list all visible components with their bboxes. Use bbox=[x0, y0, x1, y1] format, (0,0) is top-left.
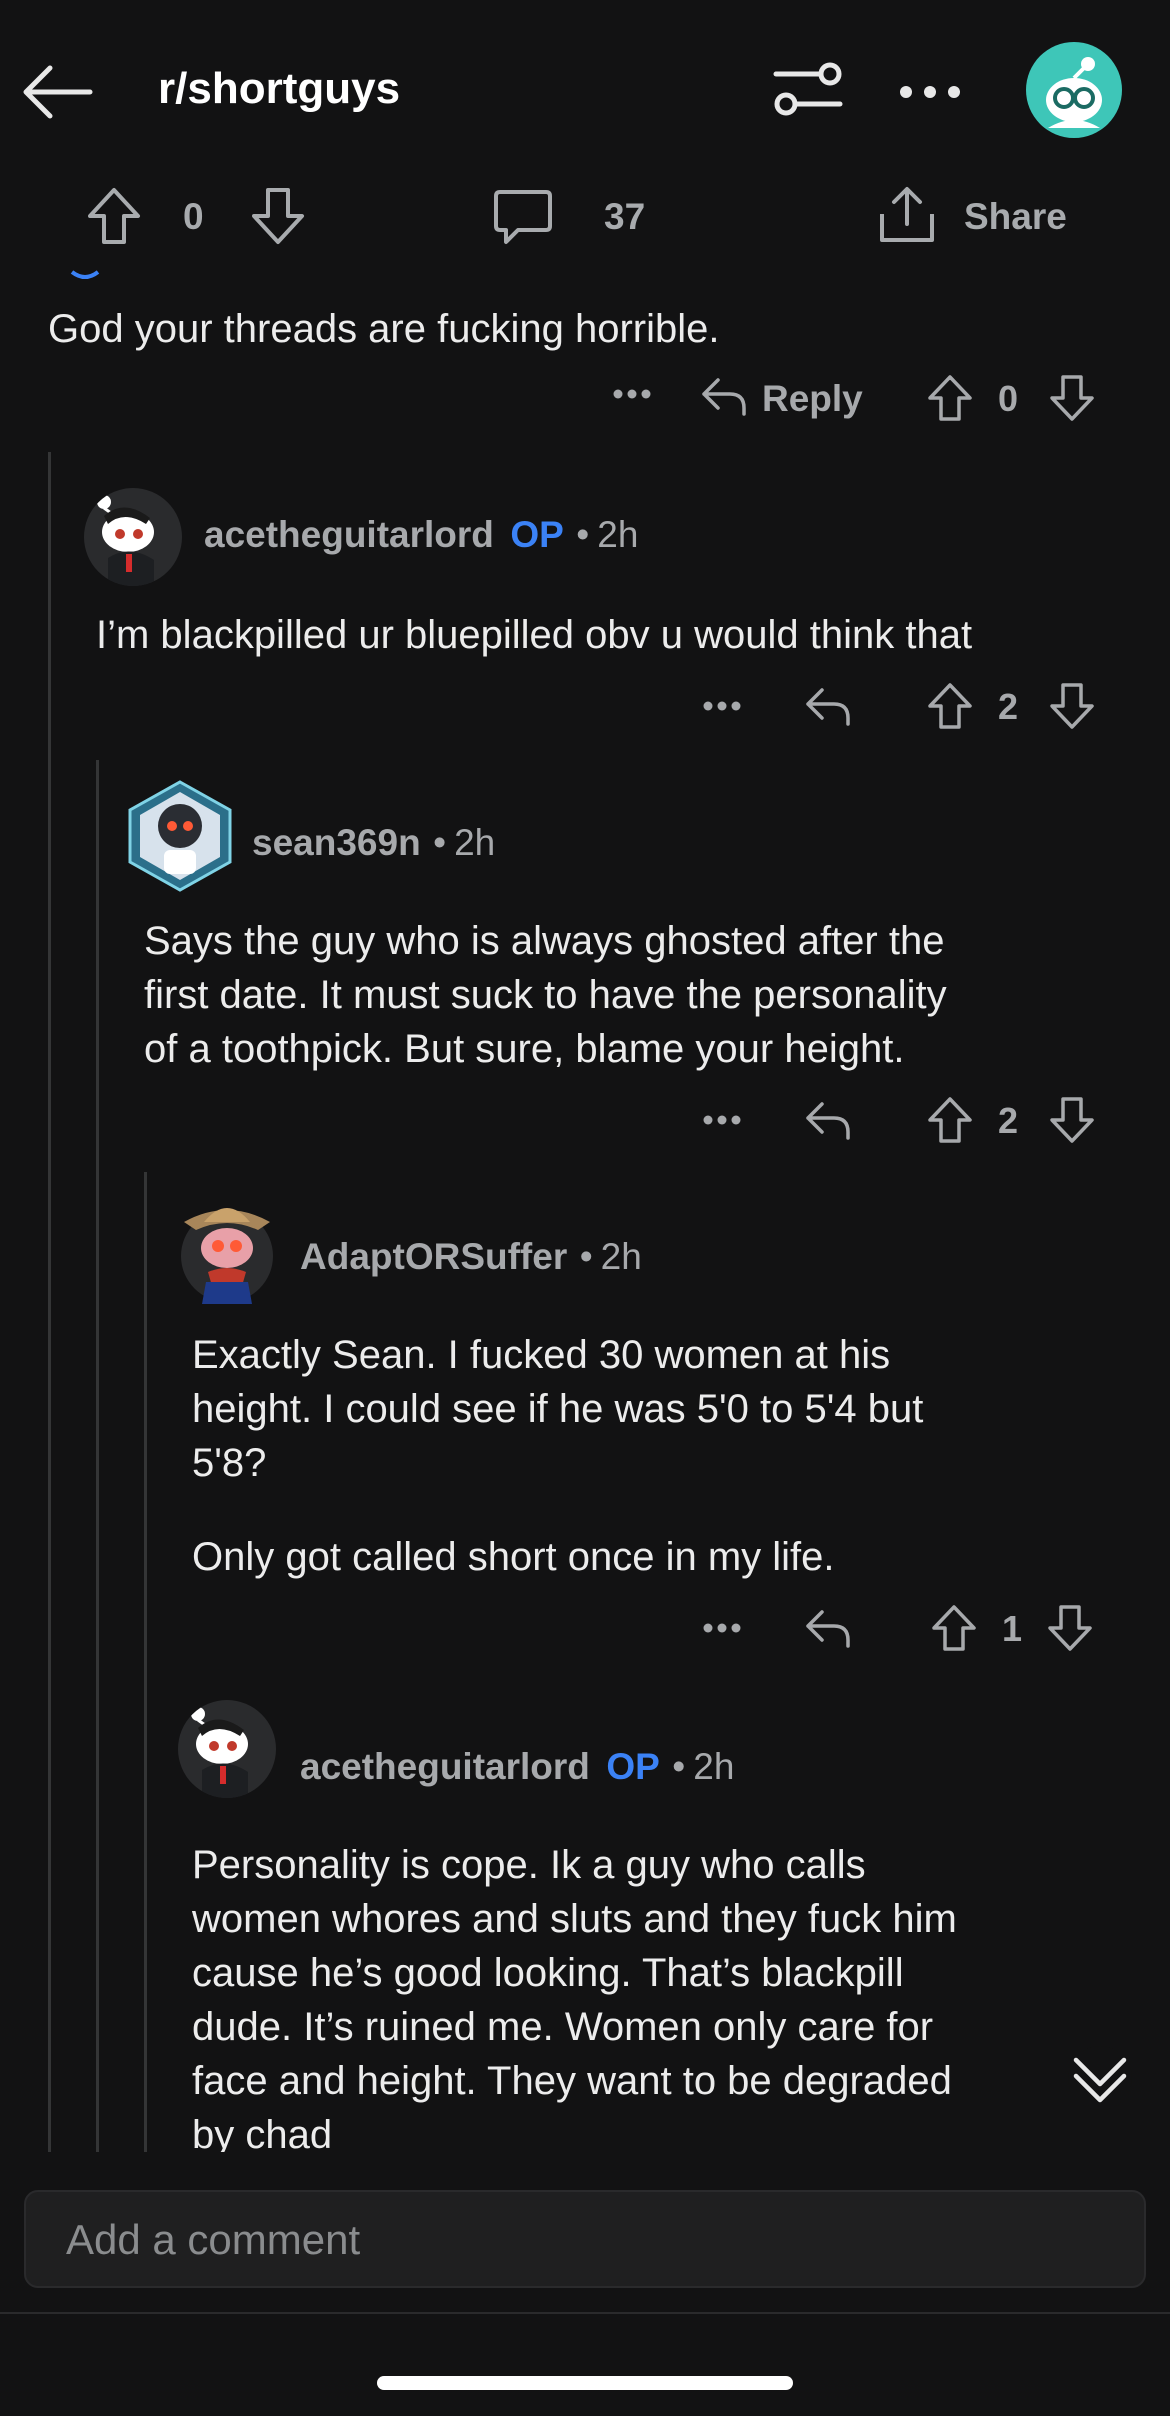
reply-icon[interactable] bbox=[804, 684, 852, 728]
add-comment-placeholder: Add a comment bbox=[66, 2216, 361, 2263]
comment-body-line: cause he’s good looking. That’s blackpil… bbox=[192, 1951, 904, 1995]
comment-body: Personality is cope. Ik a guy who calls … bbox=[192, 1838, 1092, 2152]
comment-body: I’m blackpilled ur bluepilled obv u woul… bbox=[96, 613, 973, 657]
username[interactable]: acetheguitarlord bbox=[204, 514, 494, 555]
comment-body-line: women whores and sluts and they fuck him bbox=[192, 1897, 957, 1941]
share-button[interactable]: Share bbox=[964, 196, 1067, 238]
username[interactable]: sean369n bbox=[252, 822, 421, 863]
avatar[interactable] bbox=[178, 1194, 276, 1304]
comment-body-line: first date. It must suck to have the per… bbox=[144, 973, 947, 1017]
reply-icon[interactable] bbox=[700, 374, 748, 418]
more-options-icon[interactable] bbox=[702, 1622, 742, 1634]
avatar[interactable] bbox=[84, 488, 182, 586]
separator-dot: • bbox=[433, 822, 447, 863]
downvote-icon[interactable] bbox=[1046, 1604, 1094, 1652]
thread-line-level-3[interactable] bbox=[144, 1172, 147, 2152]
separator-dot: • bbox=[579, 1236, 593, 1277]
comments-icon[interactable] bbox=[492, 186, 554, 248]
more-options-icon[interactable] bbox=[702, 1114, 742, 1126]
divider bbox=[0, 2312, 1170, 2314]
top-bar: r/shortguys bbox=[0, 0, 1170, 180]
home-indicator[interactable] bbox=[377, 2376, 793, 2390]
comment-body-line: Exactly Sean. I fucked 30 women at his bbox=[192, 1333, 891, 1377]
post-downvote-icon[interactable] bbox=[248, 186, 308, 246]
more-options-icon[interactable] bbox=[898, 84, 962, 100]
comment-body: Says the guy who is always ghosted after… bbox=[144, 914, 947, 1076]
next-comment-chevron-icon[interactable] bbox=[1068, 2046, 1132, 2110]
comment-meta: sean369n • 2h bbox=[252, 822, 495, 864]
subreddit-title[interactable]: r/shortguys bbox=[158, 64, 400, 114]
username[interactable]: AdaptORSuffer bbox=[300, 1236, 567, 1277]
comment-meta: acetheguitarlord OP • 2h bbox=[300, 1746, 734, 1788]
add-comment-input[interactable]: Add a comment bbox=[24, 2190, 1146, 2288]
thread-line-end bbox=[70, 270, 100, 282]
post-upvote-icon[interactable] bbox=[84, 186, 144, 246]
separator-dot: • bbox=[672, 1746, 686, 1787]
upvote-icon[interactable] bbox=[930, 1604, 978, 1652]
comment-actions: 2 bbox=[680, 676, 1120, 736]
more-options-icon[interactable] bbox=[702, 700, 742, 712]
comment-body-line: Only got called short once in my life. bbox=[192, 1535, 835, 1579]
comment-body-line: 5'8? bbox=[192, 1441, 267, 1485]
comment-body-line: dude. It’s ruined me. Women only care fo… bbox=[192, 2005, 934, 2049]
comment-meta: AdaptORSuffer • 2h bbox=[300, 1236, 642, 1278]
post-vote-count: 0 bbox=[183, 196, 204, 237]
comment-actions: 2 bbox=[680, 1090, 1120, 1150]
downvote-icon[interactable] bbox=[1048, 1096, 1096, 1144]
comment-body: Exactly Sean. I fucked 30 women at his h… bbox=[192, 1328, 923, 1584]
upvote-icon[interactable] bbox=[926, 682, 974, 730]
vote-count: 2 bbox=[998, 686, 1019, 727]
comment-actions: Reply 0 bbox=[600, 370, 1120, 430]
timestamp: 2h bbox=[693, 1746, 735, 1787]
avatar[interactable] bbox=[178, 1700, 276, 1798]
user-avatar[interactable] bbox=[1026, 42, 1122, 138]
comment-meta: acetheguitarlord OP • 2h bbox=[204, 514, 638, 556]
reply-icon[interactable] bbox=[804, 1606, 852, 1650]
thread-line-level-2[interactable] bbox=[96, 760, 99, 2152]
comment-body-line: Personality is cope. Ik a guy who calls bbox=[192, 1843, 866, 1887]
comment-count: 37 bbox=[604, 196, 646, 237]
upvote-icon[interactable] bbox=[926, 374, 974, 422]
avatar[interactable] bbox=[126, 780, 234, 892]
timestamp: 2h bbox=[597, 514, 639, 555]
sort-filter-icon[interactable] bbox=[770, 58, 846, 122]
comment-body: God your threads are fucking horrible. bbox=[48, 307, 720, 351]
downvote-icon[interactable] bbox=[1048, 682, 1096, 730]
op-badge: OP bbox=[606, 1746, 660, 1787]
username[interactable]: acetheguitarlord bbox=[300, 1746, 590, 1787]
more-options-icon[interactable] bbox=[612, 388, 652, 400]
thread-line-level-1[interactable] bbox=[48, 452, 51, 2152]
timestamp: 2h bbox=[600, 1236, 642, 1277]
comment-actions: 1 bbox=[680, 1598, 1120, 1658]
post-action-bar: 0 37 Share bbox=[0, 170, 1170, 262]
reply-icon[interactable] bbox=[804, 1098, 852, 1142]
comment-body-line: height. I could see if he was 5'0 to 5'4… bbox=[192, 1387, 924, 1431]
timestamp: 2h bbox=[454, 822, 496, 863]
vote-count: 1 bbox=[1002, 1608, 1023, 1649]
comment-body-line: of a toothpick. But sure, blame your hei… bbox=[144, 1027, 905, 1071]
downvote-icon[interactable] bbox=[1048, 374, 1096, 422]
upvote-icon[interactable] bbox=[926, 1096, 974, 1144]
reply-button[interactable]: Reply bbox=[762, 378, 863, 420]
share-icon[interactable] bbox=[876, 184, 938, 246]
comment-body-line: face and height. They want to be degrade… bbox=[192, 2059, 952, 2103]
op-badge: OP bbox=[510, 514, 564, 555]
separator-dot: • bbox=[576, 514, 590, 555]
vote-count: 2 bbox=[998, 1100, 1019, 1141]
comment-body-line: by chad bbox=[192, 2113, 333, 2152]
back-arrow-icon[interactable] bbox=[20, 52, 100, 132]
comment-body-line: Says the guy who is always ghosted after… bbox=[144, 919, 945, 963]
vote-count: 0 bbox=[998, 378, 1019, 419]
